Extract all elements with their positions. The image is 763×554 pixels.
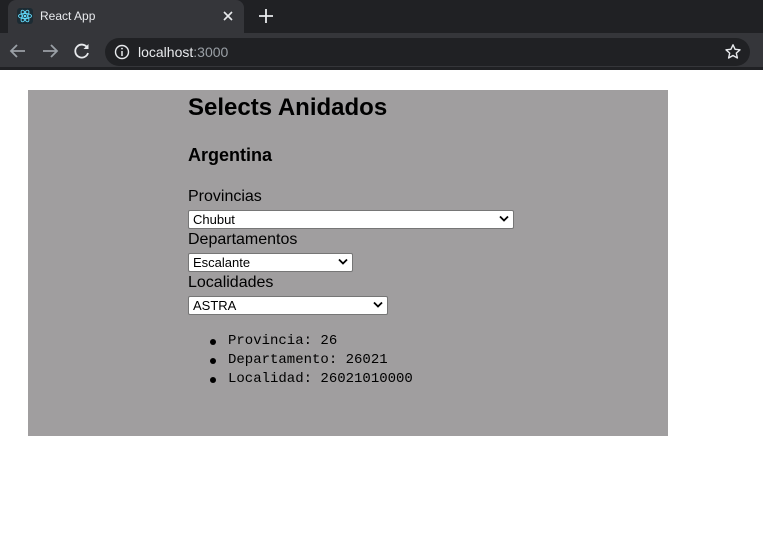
url-host: localhost (138, 44, 194, 60)
toolbar-divider (0, 67, 763, 70)
close-tab-icon[interactable] (220, 8, 236, 24)
departamentos-label: Departamentos (188, 231, 298, 248)
results-list: Provincia: 26 Departamento: 26021 Locali… (208, 332, 413, 389)
chevron-down-icon (373, 301, 383, 308)
back-arrow-icon[interactable] (8, 41, 28, 61)
bookmark-star-icon[interactable] (724, 43, 742, 61)
info-icon[interactable] (114, 44, 130, 60)
page-title: Selects Anidados (188, 94, 388, 121)
localidades-select[interactable]: ASTRA (188, 296, 388, 315)
provincias-selected-value: Chubut (193, 212, 235, 227)
tab-title: React App (40, 9, 96, 23)
app-container: Selects Anidados Argentina Provincias Ch… (28, 90, 668, 436)
chevron-down-icon (499, 215, 509, 222)
browser-toolbar: localhost:3000 (0, 33, 763, 70)
forward-arrow-icon[interactable] (40, 41, 60, 61)
new-tab-plus-icon[interactable] (256, 6, 276, 26)
chevron-down-icon (338, 258, 348, 265)
localidades-selected-value: ASTRA (193, 298, 237, 313)
react-logo-icon (17, 8, 33, 24)
list-item: Departamento: 26021 (208, 351, 413, 370)
tab-strip: React App (0, 0, 763, 33)
localidades-label: Localidades (188, 274, 274, 291)
departamentos-select[interactable]: Escalante (188, 253, 353, 272)
url-port: :3000 (193, 44, 229, 60)
list-item: Localidad: 26021010000 (208, 370, 413, 389)
reload-icon[interactable] (72, 41, 92, 61)
provincias-label: Provincias (188, 188, 262, 205)
list-item: Provincia: 26 (208, 332, 413, 351)
provincias-select[interactable]: Chubut (188, 210, 514, 229)
address-bar[interactable]: localhost:3000 (105, 38, 750, 66)
url-text: localhost:3000 (138, 44, 228, 60)
country-heading: Argentina (188, 145, 273, 165)
departamentos-selected-value: Escalante (193, 255, 251, 270)
browser-tab[interactable]: React App (8, 0, 244, 33)
